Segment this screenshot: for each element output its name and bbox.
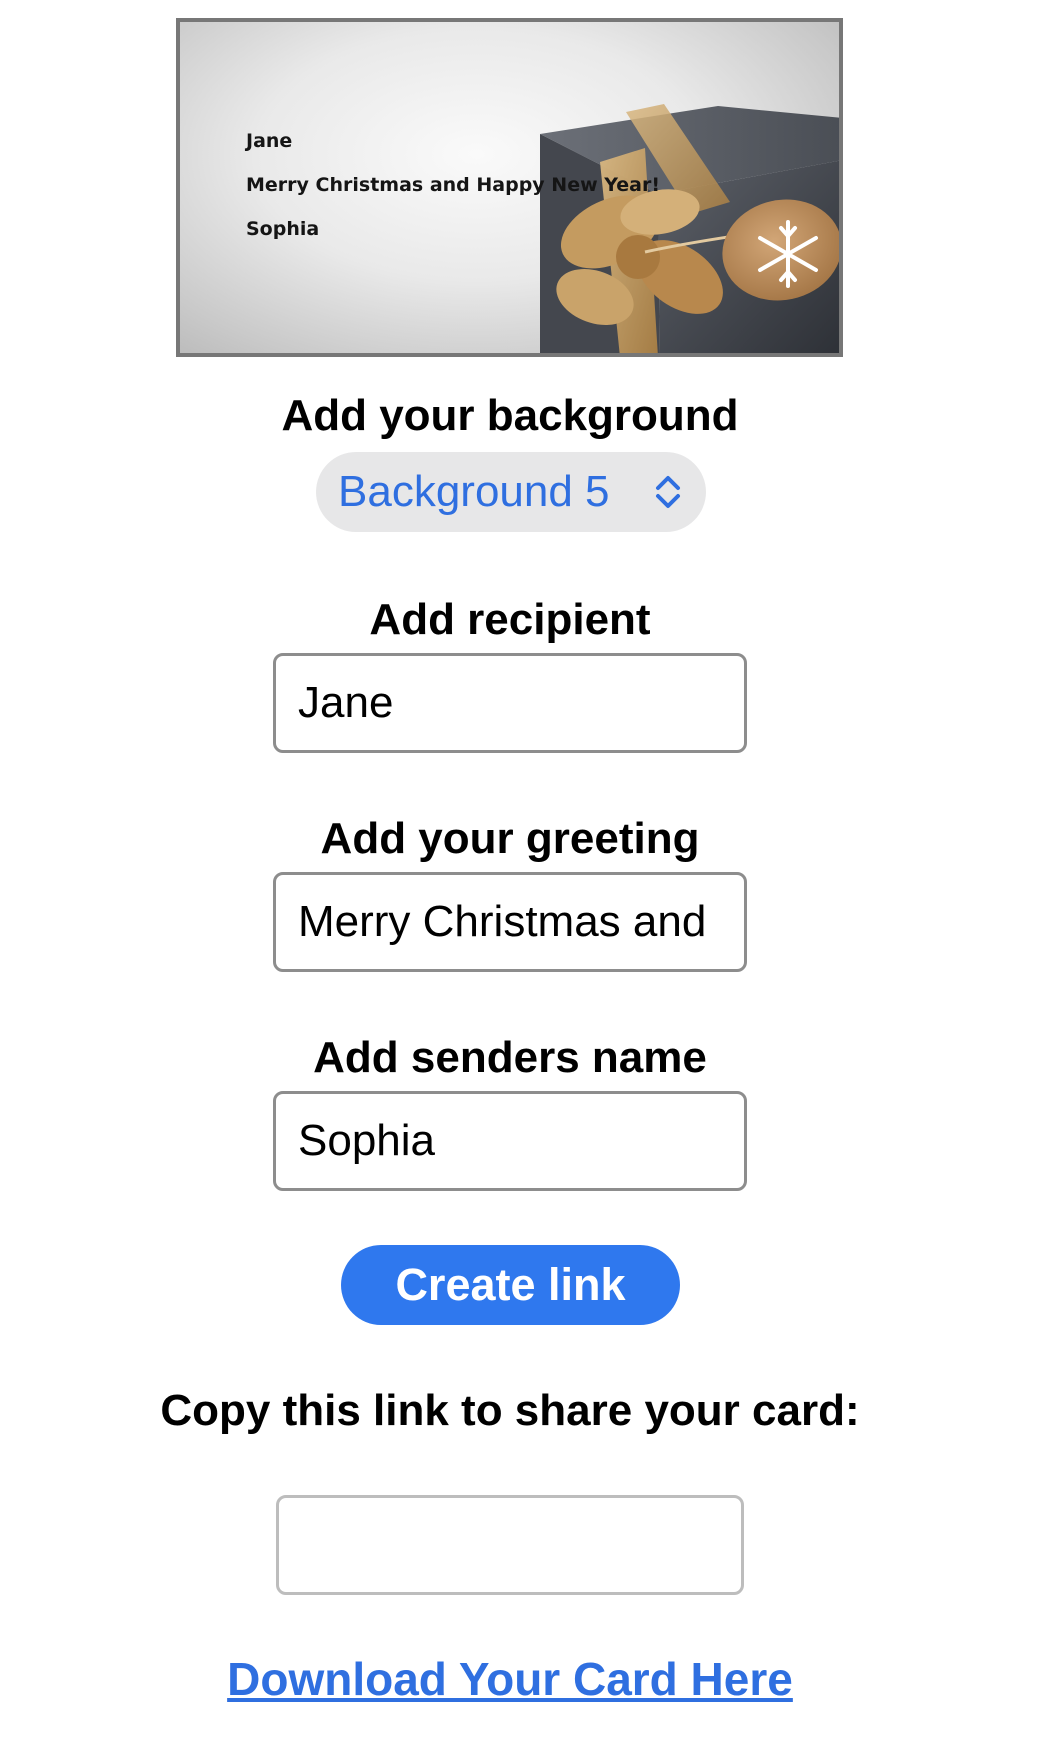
sender-input[interactable] xyxy=(273,1091,747,1191)
card-recipient-text: Jane xyxy=(246,130,293,152)
share-link-input[interactable] xyxy=(276,1495,744,1595)
download-card-link[interactable]: Download Your Card Here xyxy=(0,1652,1020,1706)
background-label: Add your background xyxy=(281,391,739,440)
up-down-chevron-icon xyxy=(656,476,680,508)
card-preview: Jane Merry Christmas and Happy New Year!… xyxy=(176,18,843,357)
recipient-input[interactable] xyxy=(273,653,747,753)
gift-box-image xyxy=(540,104,839,353)
greeting-input[interactable] xyxy=(273,872,747,972)
card-sender-text: Sophia xyxy=(246,218,320,240)
sender-label: Add senders name xyxy=(313,1033,707,1082)
share-link-label: Copy this link to share your card: xyxy=(160,1386,860,1435)
greeting-label: Add your greeting xyxy=(320,814,700,863)
create-link-button[interactable]: Create link xyxy=(341,1245,680,1325)
recipient-label: Add recipient xyxy=(369,595,651,644)
background-select-value: Background 5 xyxy=(338,467,610,516)
card-greeting-text: Merry Christmas and Happy New Year! xyxy=(246,174,661,196)
background-select[interactable]: Background 5 xyxy=(316,452,706,532)
